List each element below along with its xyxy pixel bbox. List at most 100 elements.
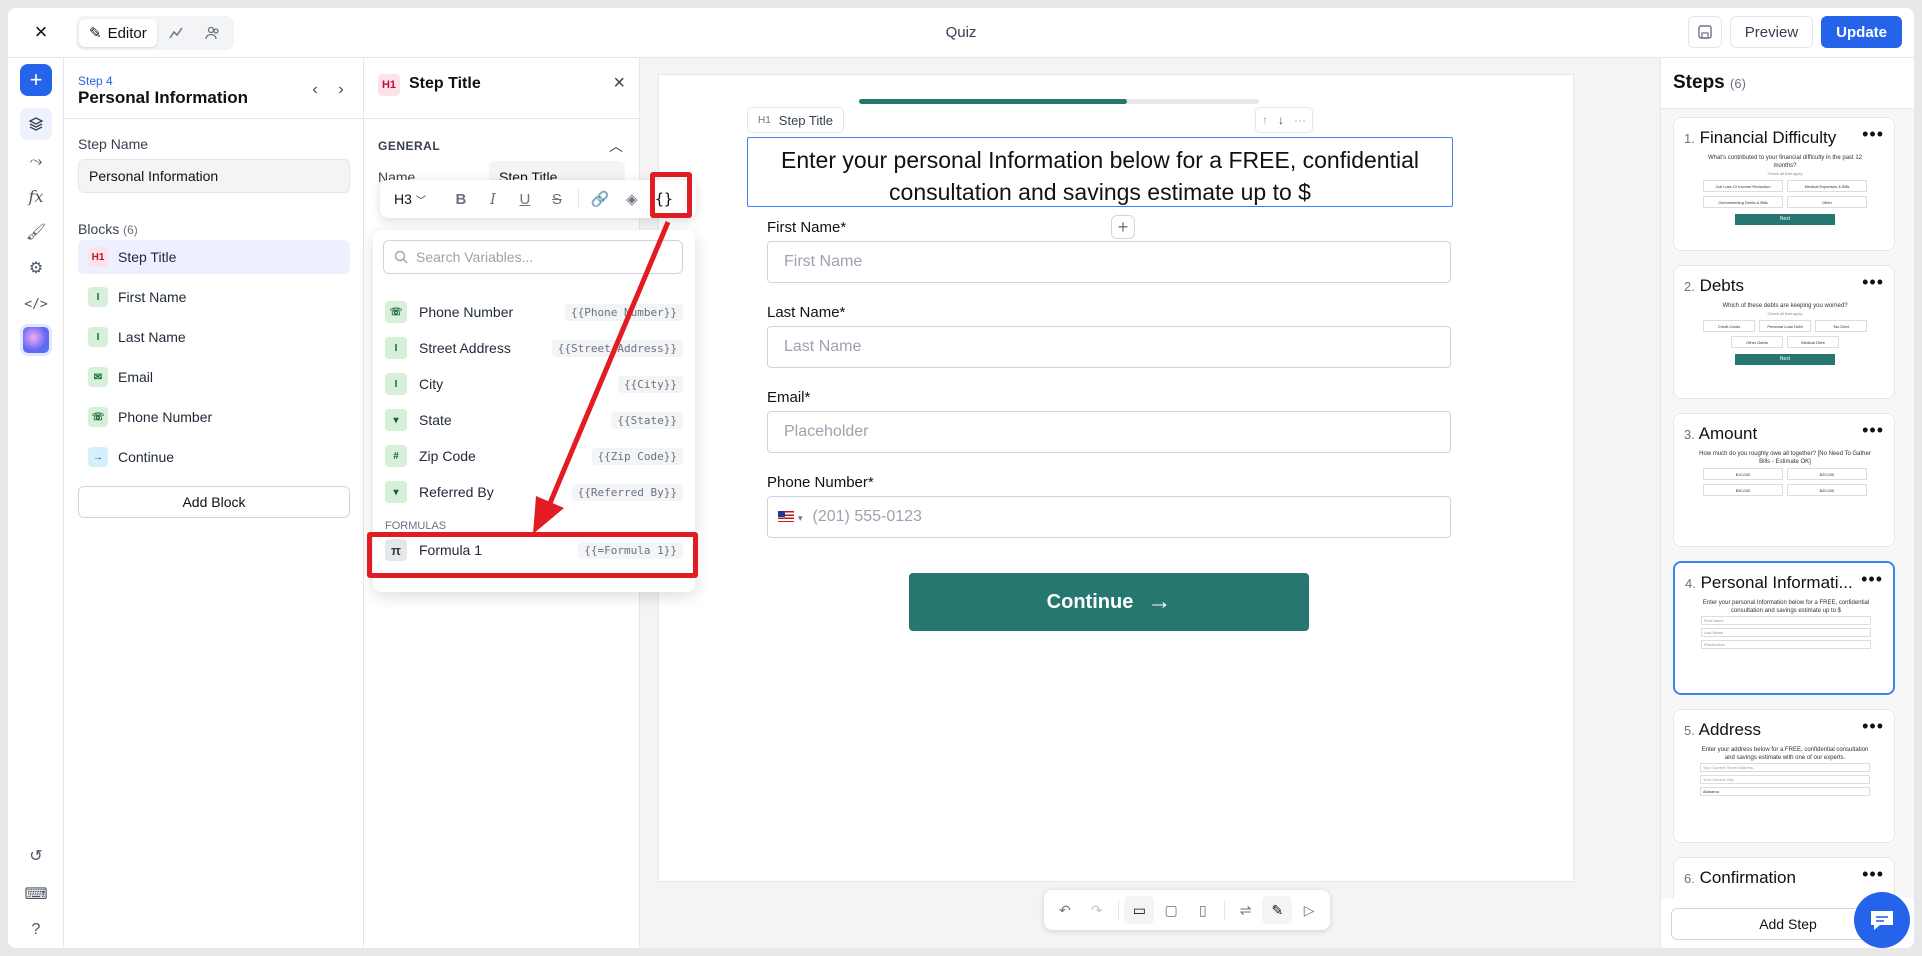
step-card-financial-difficulty[interactable]: 1. Financial Difficulty ••• What's contr… — [1673, 117, 1895, 251]
italic-icon[interactable]: I — [478, 185, 508, 213]
redo-icon[interactable]: ↷ — [1082, 896, 1112, 924]
preview-option: Credit Cards — [1703, 320, 1755, 332]
variable-item-referred-by[interactable]: ▾ Referred By {{Referred By}} — [373, 474, 695, 510]
step-card-title-text: Address — [1698, 720, 1762, 739]
strikethrough-icon[interactable]: S — [542, 185, 572, 213]
ai-assistant-icon[interactable] — [20, 324, 52, 356]
more-icon[interactable]: ••• — [1862, 272, 1884, 293]
link-icon[interactable]: 🔗 — [585, 185, 615, 213]
step-card-title: 4. Personal Informati... — [1685, 573, 1855, 593]
block-item-first-name[interactable]: I First Name — [78, 280, 350, 314]
underline-icon[interactable]: U — [510, 185, 540, 213]
block-item-continue[interactable]: → Continue — [78, 440, 350, 474]
step-card-title: 1. Financial Difficulty — [1684, 128, 1854, 148]
chevron-up-icon[interactable]: ︿ — [609, 136, 623, 156]
mobile-view-icon[interactable]: ▯ — [1188, 896, 1218, 924]
more-icon[interactable]: ··· — [1294, 113, 1306, 127]
variable-item-zip-code[interactable]: # Zip Code {{Zip Code}} — [373, 438, 695, 474]
preview-option: Personal Loan Debt — [1759, 320, 1811, 332]
dropdown-icon: ▾ — [385, 481, 407, 503]
variable-item-city[interactable]: I City {{City}} — [373, 366, 695, 402]
add-block-inline-icon[interactable]: + — [1111, 215, 1135, 239]
step-card-personal-information[interactable]: 4. Personal Informati... ••• Enter your … — [1673, 561, 1895, 695]
arrow-right-icon: → — [1147, 588, 1172, 615]
variable-item-state[interactable]: ▾ State {{State}} — [373, 402, 695, 438]
block-list: H1 Step Title I First Name I Last Name ✉… — [78, 240, 350, 480]
update-button[interactable]: Update — [1821, 16, 1902, 48]
chevron-down-icon: ﹀ — [415, 195, 426, 207]
desktop-view-icon[interactable]: ▭ — [1124, 896, 1155, 924]
text-input-icon: I — [88, 327, 108, 347]
history-icon[interactable]: ↺ — [20, 840, 52, 872]
last-name-input[interactable]: Last Name — [767, 326, 1451, 368]
heading-level-select[interactable]: H3 ﹀ — [386, 186, 434, 212]
canvas-toolbar: ↶ ↷ ▭ ▢ ▯ ⇌ ✎ ▷ — [1044, 890, 1330, 930]
add-block-button[interactable]: Add Block — [78, 486, 350, 518]
first-name-input[interactable]: First Name — [767, 241, 1451, 283]
logic-icon[interactable]: ⇌ — [1231, 896, 1261, 924]
step-heading[interactable]: Enter your personal Information below fo… — [747, 137, 1453, 207]
arrow-up-icon[interactable]: ↑ — [1262, 113, 1268, 127]
gear-icon[interactable]: ⚙ — [20, 252, 52, 284]
edit-icon[interactable]: ✎ — [1262, 896, 1293, 924]
function-icon[interactable]: fx — [20, 180, 52, 212]
tab-users[interactable] — [195, 19, 231, 47]
step-card-debts[interactable]: 2. Debts ••• Which of these debts are ke… — [1673, 265, 1895, 399]
play-icon[interactable]: ▷ — [1294, 896, 1324, 924]
more-icon[interactable]: ••• — [1862, 864, 1884, 885]
block-item-phone-number[interactable]: ☏ Phone Number — [78, 400, 350, 434]
arrow-down-icon[interactable]: ↓ — [1278, 113, 1284, 127]
divider — [364, 118, 639, 119]
tab-analytics[interactable] — [159, 19, 193, 47]
selected-block-label: Step Title — [778, 112, 833, 128]
email-input[interactable]: Placeholder — [767, 411, 1451, 453]
close-icon[interactable]: × — [28, 20, 54, 46]
chat-support-icon[interactable] — [1854, 892, 1910, 948]
close-icon[interactable]: × — [613, 72, 625, 95]
bold-icon[interactable]: B — [446, 185, 476, 213]
preview-button: Next — [1735, 354, 1835, 365]
variable-item-phone-number[interactable]: ☏ Phone Number {{Phone Number}} — [373, 294, 695, 330]
preview-button[interactable]: Preview — [1729, 16, 1814, 48]
block-item-email[interactable]: ✉ Email — [78, 360, 350, 394]
selected-block-tag: H1 Step Title — [747, 107, 844, 133]
step-number: Step 4 — [78, 74, 113, 88]
annotation-highlight-braces — [650, 172, 692, 218]
layers-icon[interactable] — [20, 108, 52, 140]
steps-count: (6) — [1730, 76, 1746, 91]
block-item-last-name[interactable]: I Last Name — [78, 320, 350, 354]
more-icon[interactable]: ••• — [1862, 420, 1884, 441]
more-icon[interactable]: ••• — [1861, 569, 1883, 590]
tablet-view-icon[interactable]: ▢ — [1156, 896, 1186, 924]
help-icon[interactable]: ? — [20, 914, 52, 946]
paint-bucket-icon[interactable]: ◈ — [617, 185, 647, 213]
brush-icon[interactable]: 🖌 — [20, 216, 52, 248]
continue-button[interactable]: Continue → — [909, 573, 1309, 631]
variable-item-street-address[interactable]: I Street Address {{Street Address}} — [373, 330, 695, 366]
top-bar: × ✎ Editor Quiz Preview Update — [8, 8, 1914, 58]
code-icon[interactable]: </> — [20, 288, 52, 320]
keyboard-icon[interactable]: ⌨ — [20, 878, 52, 910]
undo-icon[interactable]: ↶ — [1050, 896, 1080, 924]
save-button[interactable] — [1687, 16, 1722, 48]
variables-search-input[interactable]: Search Variables... — [383, 240, 683, 274]
branch-icon[interactable]: ⤳ — [20, 146, 52, 178]
blocks-label: Blocks (6) — [78, 221, 138, 237]
step-card-amount[interactable]: 3. Amount ••• How much do you roughly ow… — [1673, 413, 1895, 547]
block-item-step-title[interactable]: H1 Step Title — [78, 240, 350, 274]
chevron-left-icon[interactable]: ‹ — [304, 80, 326, 102]
add-icon[interactable]: + — [20, 64, 52, 96]
more-icon[interactable]: ••• — [1862, 124, 1884, 145]
preview-button: Next — [1735, 214, 1835, 225]
us-flag-icon[interactable] — [778, 511, 794, 522]
phone-input[interactable]: ▾ (201) 555-0123 — [767, 496, 1451, 538]
step-card-address[interactable]: 5. Address ••• Enter your address below … — [1673, 709, 1895, 843]
chevron-right-icon[interactable]: › — [330, 80, 352, 102]
preview-field: Last Name — [1701, 628, 1871, 637]
step-card-confirmation[interactable]: 6. Confirmation ••• — [1673, 857, 1895, 898]
toolbar-separator — [1223, 900, 1225, 920]
tab-editor[interactable]: ✎ Editor — [79, 19, 157, 47]
more-icon[interactable]: ••• — [1862, 716, 1884, 737]
step-name-input[interactable]: Personal Information — [78, 159, 350, 193]
quiz-page-preview: H1 Step Title ↑ ↓ ··· Enter your persona… — [658, 74, 1574, 882]
